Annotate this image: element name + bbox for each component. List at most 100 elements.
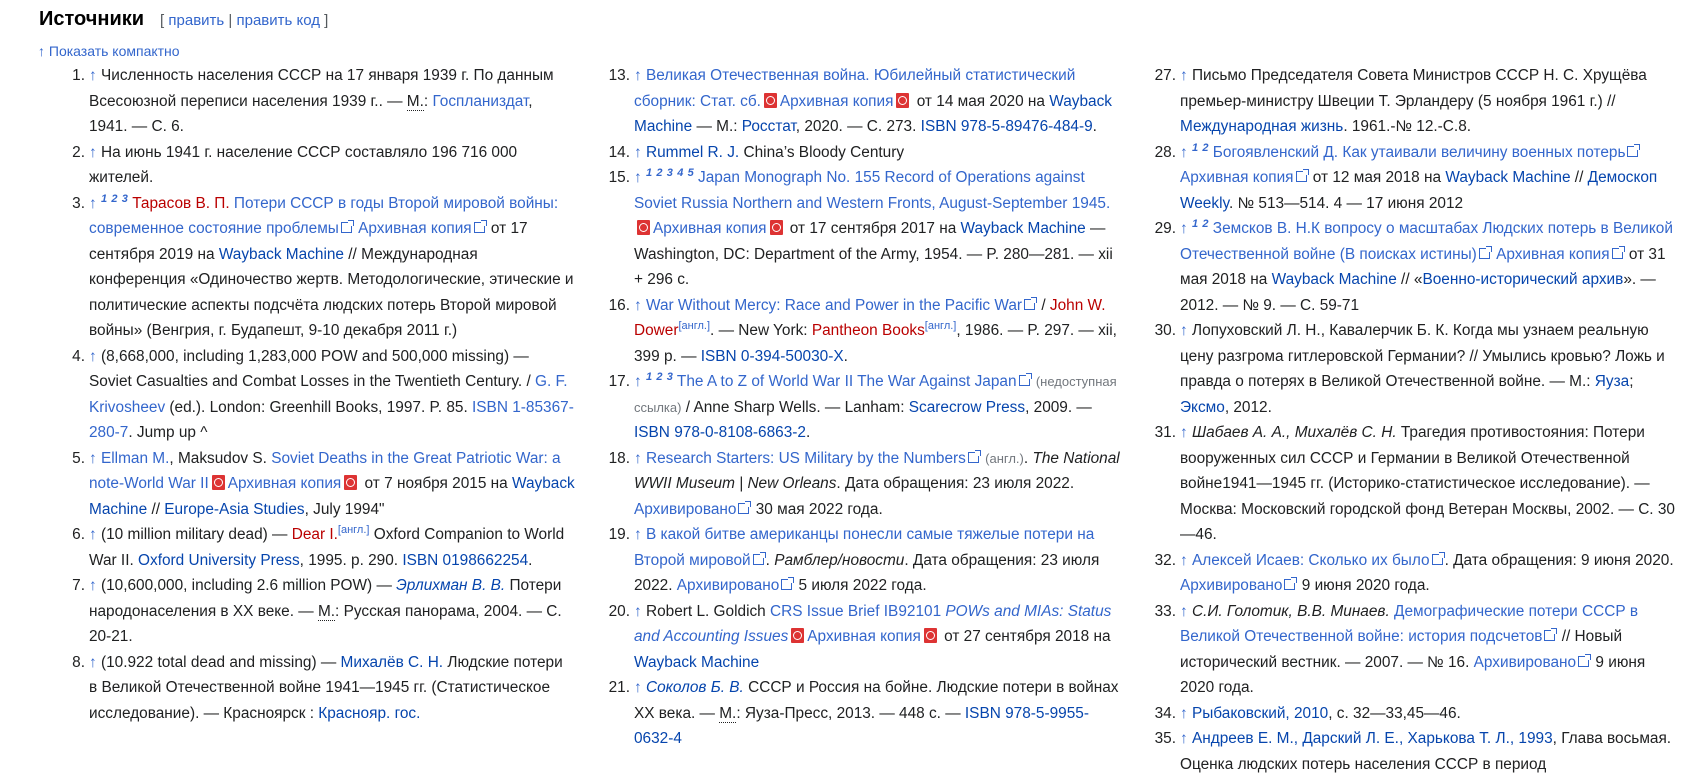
title-link[interactable]: CRS Issue Brief IB92101: [770, 603, 945, 620]
author-link[interactable]: Соколов Б. В.: [646, 679, 744, 696]
archive-link[interactable]: Архивная копия: [1180, 169, 1294, 186]
external-link-icon: [967, 449, 981, 463]
backlink-arrow[interactable]: ↑: [634, 679, 642, 696]
journal-link[interactable]: Международная жизнь: [1180, 118, 1343, 135]
external-link-icon: [1431, 551, 1445, 565]
publisher-link[interactable]: Госпланиздат: [432, 93, 528, 110]
backlink-arrow[interactable]: ↑: [89, 144, 97, 161]
external-link-icon: [1295, 169, 1309, 182]
archived-link[interactable]: Архивировано: [677, 577, 779, 594]
archive-link[interactable]: Архивная копия: [807, 628, 921, 645]
journal-link[interactable]: Europe-Asia Studies: [164, 501, 304, 518]
wayback-link[interactable]: Wayback Machine: [961, 220, 1086, 237]
title-link[interactable]: Богоявленский Д. Как утаивали величину в…: [1213, 144, 1626, 161]
archive-link[interactable]: Архивная копия: [358, 220, 472, 237]
reference-item: 16. ↑ War Without Mercy: Race and Power i…: [608, 296, 1117, 365]
author-link[interactable]: Rummel R. J.: [646, 144, 739, 161]
archived-link[interactable]: Архивировано: [634, 501, 736, 518]
backlink-arrow[interactable]: ↑: [1180, 144, 1188, 161]
reference-item: 29. ↑ 1 2 Земсков В. Н.К вопросу о масшта…: [1154, 217, 1673, 314]
reference-item: 3. ↑ 1 2 3 Тарасов В. П. Потери СССР в го…: [72, 192, 574, 339]
isbn-link[interactable]: ISBN 0198662254: [402, 552, 528, 569]
external-link-icon: [473, 220, 487, 233]
publisher-link[interactable]: Oxford University Press: [138, 552, 300, 569]
wayback-link[interactable]: Wayback Machine: [1445, 169, 1570, 186]
backlink-arrow[interactable]: ↑: [89, 67, 97, 84]
backlink-arrow[interactable]: ↑: [634, 603, 642, 620]
author-link[interactable]: Тарасов В. П.: [132, 195, 229, 212]
edit-section-links: [ править | править код ]: [160, 12, 329, 29]
reference-item: 35. ↑ Андреев Е. М., Дарский Л. Е., Харьк…: [1154, 730, 1672, 773]
backlink-arrow[interactable]: ↑: [634, 169, 642, 186]
journal-link[interactable]: Военно-исторический архив: [1422, 271, 1623, 288]
author-link[interactable]: Ellman M.: [101, 450, 169, 467]
backlink-arrow[interactable]: ↑: [89, 577, 97, 594]
archived-link[interactable]: Архивировано: [1474, 654, 1576, 671]
backlink-arrow[interactable]: ↑: [634, 144, 642, 161]
reference-item: 13. ↑ Великая Отечественная война. Юбилей…: [608, 67, 1112, 135]
title-link[interactable]: War Without Mercy: Race and Power in the…: [646, 297, 1022, 314]
backlink-arrow[interactable]: ↑: [1180, 424, 1188, 441]
title-link[interactable]: Research Starters: US Military by the Nu…: [646, 450, 966, 467]
archive-link[interactable]: Архивная копия: [1496, 246, 1610, 263]
backlink-arrow[interactable]: ↑: [89, 654, 97, 671]
edit-link[interactable]: править: [168, 12, 224, 29]
backlink-arrow[interactable]: ↑: [634, 526, 642, 543]
author-link[interactable]: Михалёв С. Н.: [341, 654, 444, 671]
backlink-arrow[interactable]: ↑: [1180, 705, 1188, 722]
backlink-arrow[interactable]: ↑: [89, 348, 97, 365]
title-link[interactable]: Алексей Исаев: Сколько их было: [1192, 552, 1430, 569]
isbn-link[interactable]: ISBN 978-5-89476-484-9: [921, 118, 1093, 135]
reference-item: 2. ↑ На июнь 1941 г. население СССР соста…: [72, 143, 518, 187]
reference-item: 19. ↑ В какой битве американцы понесли са…: [608, 526, 1100, 594]
source-link[interactable]: Рыбаковский, 2010: [1192, 705, 1328, 722]
wayback-link[interactable]: Wayback Machine: [1272, 271, 1397, 288]
backlink-arrow[interactable]: ↑: [89, 526, 97, 543]
backlink-arrow[interactable]: ↑: [1180, 67, 1188, 84]
archive-link[interactable]: Архивная копия: [653, 220, 767, 237]
reference-item: 1. ↑ Численность населения СССР на 17 янв…: [72, 67, 554, 135]
publisher-link[interactable]: Краснояр. гос.: [318, 705, 420, 722]
references-column-3: 27. ↑ Письмо Председателя Совета Министро…: [1154, 63, 1676, 777]
backlink-arrow[interactable]: ↑: [634, 67, 642, 84]
show-compact-toggle[interactable]: ↑ Показать компактно: [38, 43, 180, 59]
reference-item: 5. ↑ Ellman M., Maksudov S. Soviet Deaths…: [72, 449, 575, 518]
wayback-link[interactable]: Wayback Machine: [219, 246, 344, 263]
publisher-link[interactable]: Яуза: [1595, 373, 1629, 390]
pdf-icon: [896, 92, 910, 108]
reference-item: 31. ↑ Шабаев А. А., Михалёв С. Н. Трагеди…: [1154, 424, 1675, 543]
publisher-link[interactable]: Росстат: [742, 118, 796, 135]
backlink-arrow[interactable]: ↑: [1180, 322, 1188, 339]
reference-item: 15. ↑ 1 2 3 4 5 Japan Monograph No. 155 R…: [608, 166, 1113, 288]
backlink-arrow[interactable]: ↑: [1180, 552, 1188, 569]
publisher-link[interactable]: Pantheon Books: [812, 322, 925, 339]
archive-link[interactable]: Архивная копия: [228, 475, 342, 492]
author-link[interactable]: Dear I.: [292, 526, 338, 543]
title-link[interactable]: Japan Monograph No. 155 Record of Operat…: [634, 169, 1110, 212]
source-link[interactable]: Андреев Е. М., Дарский Л. Е., Харькова Т…: [1192, 730, 1553, 747]
reference-item: 21. ↑ Соколов Б. В. СССР и Россия на бойн…: [608, 679, 1119, 747]
isbn-link[interactable]: ISBN 0-394-50030-X: [701, 348, 844, 365]
backlink-arrow[interactable]: ↑: [1180, 220, 1188, 237]
archived-link[interactable]: Архивировано: [1180, 577, 1282, 594]
wayback-link[interactable]: Wayback Machine: [634, 654, 759, 671]
backlink-arrow[interactable]: ↑: [89, 450, 97, 467]
reference-item: 33. ↑ С.И. Голотик, В.В. Минаев. Демограф…: [1154, 602, 1646, 697]
publisher-link[interactable]: Scarecrow Press: [909, 399, 1025, 416]
backlink-arrow[interactable]: ↑: [1180, 730, 1188, 747]
reference-item: 34. ↑ Рыбаковский, 2010, с. 32—33,45—46.: [1154, 704, 1461, 722]
backlink-arrow[interactable]: ↑: [634, 450, 642, 467]
publisher-link[interactable]: Эксмо: [1180, 399, 1225, 416]
edit-code-link[interactable]: править код: [236, 12, 320, 29]
isbn-link[interactable]: ISBN 978-0-8108-6863-2: [634, 424, 806, 441]
archive-link[interactable]: Архивная копия: [780, 93, 894, 110]
external-link-icon: [1578, 653, 1592, 667]
reference-item: 8. ↑ (10.922 total dead and missing) — Ми…: [72, 653, 563, 722]
backlink-arrow[interactable]: ↑: [634, 373, 642, 390]
backlink-arrow[interactable]: ↑: [89, 195, 97, 212]
author-link[interactable]: Эрлихман В. В.: [396, 577, 505, 594]
backlink-arrow[interactable]: ↑: [634, 297, 642, 314]
section-heading: Источники [ править | править код ]: [39, 8, 328, 36]
title-link[interactable]: The A to Z of World War II The War Again…: [677, 373, 1017, 390]
backlink-arrow[interactable]: ↑: [1180, 603, 1188, 620]
